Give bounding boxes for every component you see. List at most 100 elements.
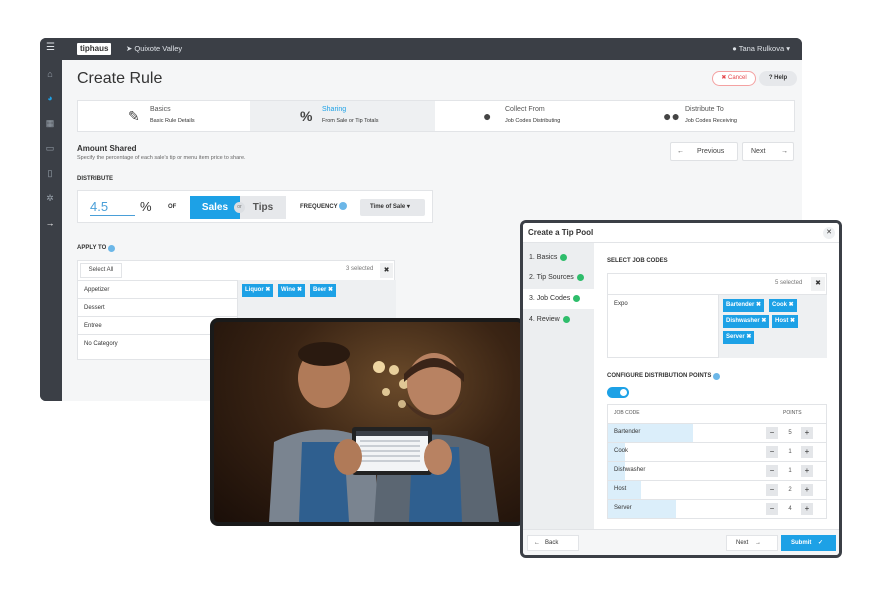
points-value[interactable]: 1 <box>782 465 798 477</box>
decrement-button[interactable]: − <box>766 465 778 477</box>
points-value[interactable]: 4 <box>782 503 798 515</box>
points-value[interactable]: 5 <box>782 427 798 439</box>
pool-main: SELECT JOB CODES 5 selected ✖ Expo Barte… <box>594 243 839 529</box>
dialog-header: Create a Tip Pool ✕ <box>523 223 839 243</box>
increment-button[interactable]: + <box>801 446 813 458</box>
tablet-photo-frame <box>210 318 525 526</box>
distribute-heading: DISTRIBUTE <box>77 176 113 182</box>
sales-toggle[interactable]: Sales <box>190 196 240 219</box>
wizard-steps: ✎ Basics Basic Rule Details % Sharing Fr… <box>77 100 795 132</box>
decrement-button[interactable]: − <box>766 427 778 439</box>
increment-button[interactable]: + <box>801 503 813 515</box>
help-button[interactable]: ? Help <box>759 71 797 86</box>
tag-liquor[interactable]: Liquor ✖ <box>242 284 274 297</box>
table-row: Dishwasher − 1 + <box>608 461 826 480</box>
next-label: Next <box>751 148 766 155</box>
decrement-button[interactable]: − <box>766 446 778 458</box>
submit-button[interactable]: Submit ✓ <box>781 535 836 551</box>
previous-button[interactable]: ← Previous <box>670 142 738 161</box>
step-title: Sharing <box>322 106 347 113</box>
previous-label: Previous <box>697 148 725 155</box>
arrow-left-icon: ← <box>677 148 684 155</box>
configure-points-heading: CONFIGURE DISTRIBUTION POINTS <box>607 373 712 379</box>
pie-chart-icon[interactable]: ◕ <box>44 92 56 104</box>
frequency-select[interactable]: Time of Sale ▾ <box>360 199 425 216</box>
logout-arrow-icon[interactable]: → <box>44 217 56 229</box>
tag-dishwasher[interactable]: Dishwasher ✖ <box>723 315 770 328</box>
sidebar: ⌂ ◕ ▦ ▭ ▯ ✲ → <box>40 60 60 401</box>
next-button[interactable]: Next → <box>726 535 778 551</box>
or-separator: or <box>234 202 245 213</box>
check-icon <box>576 273 584 281</box>
apply-to-heading: APPLY TO <box>77 245 107 251</box>
pool-step-review[interactable]: 4. Review <box>523 310 594 330</box>
list-item[interactable]: Dessert <box>78 298 237 316</box>
job-code-name: Bartender <box>614 429 641 435</box>
tag-beer[interactable]: Beer ✖ <box>310 284 337 297</box>
step-subtitle: Job Codes Distributing <box>505 118 561 124</box>
percent-symbol: % <box>140 199 152 214</box>
list-item[interactable]: Appetizer <box>78 280 237 298</box>
points-value[interactable]: 1 <box>782 446 798 458</box>
tag-cook[interactable]: Cook ✖ <box>769 299 797 312</box>
tag-bartender[interactable]: Bartender ✖ <box>723 299 765 312</box>
step-collect-from[interactable]: ● Collect From Job Codes Distributing <box>483 101 623 131</box>
close-icon[interactable]: ✕ <box>823 227 835 239</box>
cancel-button[interactable]: ✖ Cancel <box>712 71 756 86</box>
dialog-title: Create a Tip Pool <box>528 228 594 237</box>
menu-icon[interactable]: ☰ <box>46 42 55 53</box>
job-code-name: Host <box>614 486 627 492</box>
location-label: Quixote Valley <box>134 44 183 53</box>
increment-button[interactable]: + <box>801 427 813 439</box>
clear-selection-button[interactable]: ✖ <box>811 277 825 291</box>
clear-selection-button[interactable]: ✖ <box>380 263 393 278</box>
section-heading: Amount Shared <box>77 144 137 153</box>
column-header: POINTS <box>783 410 802 416</box>
gear-icon[interactable]: ✲ <box>44 192 56 204</box>
table-row: Server − 4 + <box>608 499 826 518</box>
pool-step-basics[interactable]: 1. Basics <box>523 248 594 268</box>
back-button[interactable]: ← Back <box>527 535 579 551</box>
step-label: 1. Basics <box>529 254 558 261</box>
points-value[interactable]: 2 <box>782 484 798 496</box>
step-distribute-to[interactable]: ●● Distribute To Job Codes Receiving <box>663 101 793 131</box>
check-icon: ✓ <box>818 540 824 546</box>
select-all-button[interactable]: Select All <box>80 263 122 278</box>
pool-step-job-codes[interactable]: 3. Job Codes <box>523 289 595 309</box>
info-icon[interactable] <box>108 245 115 252</box>
step-title: Collect From <box>505 106 545 113</box>
next-button[interactable]: Next → <box>742 142 794 161</box>
pool-steps: 1. Basics 2. Tip Sources 3. Job Codes 4.… <box>523 243 595 529</box>
percentage-input[interactable]: 4.5 <box>90 199 108 214</box>
list-item[interactable]: Expo <box>608 294 718 312</box>
tip-pool-window: Create a Tip Pool ✕ 1. Basics 2. Tip Sou… <box>520 220 842 558</box>
tag-server[interactable]: Server ✖ <box>723 331 755 344</box>
increment-button[interactable]: + <box>801 465 813 477</box>
decrement-button[interactable]: − <box>766 503 778 515</box>
tag-host[interactable]: Host ✖ <box>772 315 799 328</box>
job-code-name: Dishwasher <box>614 467 646 473</box>
clipboard-icon[interactable]: ▯ <box>44 167 56 179</box>
info-icon[interactable] <box>339 202 347 210</box>
tips-toggle[interactable]: Tips <box>240 196 286 219</box>
input-underline <box>90 215 135 216</box>
user-menu[interactable]: ● Tana Rulkova ▾ <box>732 43 790 55</box>
increment-button[interactable]: + <box>801 484 813 496</box>
next-label: Next <box>736 540 749 546</box>
step-label: 3. Job Codes <box>529 295 571 302</box>
frequency-value: Time of Sale <box>370 204 406 210</box>
tag-wine[interactable]: Wine ✖ <box>278 284 305 297</box>
home-icon[interactable]: ⌂ <box>44 68 56 80</box>
dialog-footer: ← Back Next → Submit ✓ <box>523 529 839 555</box>
step-basics[interactable]: ✎ Basics Basic Rule Details <box>128 101 268 131</box>
step-sharing[interactable]: % Sharing From Sale or Tip Totals <box>300 101 440 131</box>
arrow-right-icon: → <box>781 148 788 155</box>
info-icon[interactable] <box>713 373 720 380</box>
pool-step-tip-sources[interactable]: 2. Tip Sources <box>523 268 594 288</box>
select-job-codes-heading: SELECT JOB CODES <box>607 258 668 264</box>
table-icon[interactable]: ▦ <box>44 117 56 129</box>
tiphaus-logo[interactable]: tiphaus <box>77 43 112 55</box>
decrement-button[interactable]: − <box>766 484 778 496</box>
card-icon[interactable]: ▭ <box>44 142 56 154</box>
location-selector[interactable]: ➤ Quixote Valley <box>126 43 182 55</box>
